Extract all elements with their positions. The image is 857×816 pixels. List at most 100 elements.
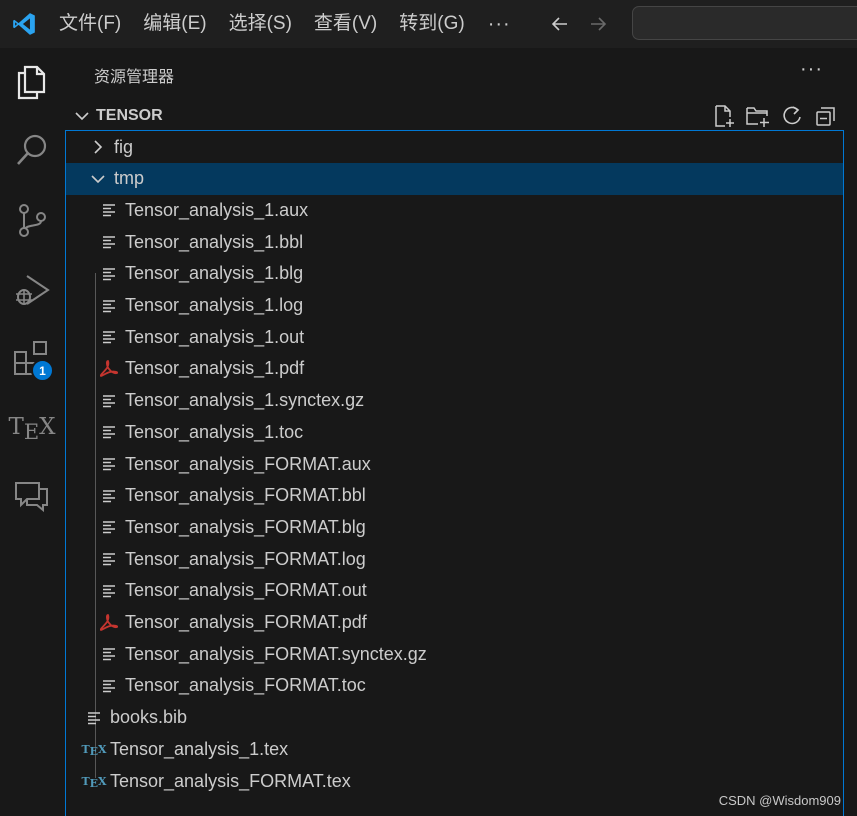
tree-item-label: Tensor_analysis_1.bbl xyxy=(125,231,304,252)
forward-arrow-icon[interactable] xyxy=(579,0,617,48)
search-icon xyxy=(17,134,47,165)
tree-item-label: Tensor_analysis_FORMAT.tex xyxy=(110,770,351,791)
text-file-icon xyxy=(99,575,119,607)
tree-folder-fig[interactable]: fig xyxy=(66,131,843,163)
text-file-icon xyxy=(99,226,119,258)
tree-item-label: Tensor_analysis_1.synctex.gz xyxy=(125,390,365,411)
tree-item-label: Tensor_analysis_FORMAT.pdf xyxy=(125,612,367,632)
tree-file-row[interactable]: Tensor_analysis_FORMAT.toc xyxy=(66,670,843,702)
text-file-icon xyxy=(84,702,104,734)
tree-file-row[interactable]: books.bib xyxy=(66,702,843,734)
tree-file-row[interactable]: Tensor_analysis_FORMAT.synctex.gz xyxy=(66,638,843,670)
text-file-icon xyxy=(99,480,119,512)
menu-more-button[interactable]: ··· xyxy=(476,13,523,36)
title-bar: 文件(F) 编辑(E) 选择(S) 查看(V) 转到(G) ··· xyxy=(0,0,857,48)
text-file-icon xyxy=(99,448,119,480)
refresh-icon[interactable] xyxy=(779,103,805,129)
search-activity-button[interactable] xyxy=(0,118,64,182)
tree-file-row[interactable]: Tensor_analysis_1.toc xyxy=(66,416,843,448)
run-debug-icon xyxy=(16,275,50,305)
tree-file-row[interactable]: Tensor_analysis_FORMAT.blg xyxy=(66,511,843,543)
workspace-title: TENSOR xyxy=(96,107,163,124)
tree-file-row[interactable]: Tensor_analysis_1.pdf xyxy=(66,353,843,385)
pdf-file-icon xyxy=(99,353,119,385)
chat-icon xyxy=(15,482,48,513)
text-file-icon xyxy=(99,638,119,670)
run-debug-activity-button[interactable] xyxy=(0,258,64,322)
tree-file-row[interactable]: Tensor_analysis_FORMAT.bbl xyxy=(66,480,843,512)
activity-bar: 1 TEX xyxy=(0,48,64,816)
tree-file-row[interactable]: Tensor_analysis_1.blg xyxy=(66,258,843,290)
tree-file-row[interactable]: Tensor_analysis_1.synctex.gz xyxy=(66,385,843,417)
tree-file-row[interactable]: Tensor_analysis_FORMAT.aux xyxy=(66,448,843,480)
file-tree: fig tmp Tensor_analysis_1.aux Tensor_analys… xyxy=(65,130,844,816)
tree-file-row[interactable]: Tensor_analysis_FORMAT.log xyxy=(66,543,843,575)
tree-item-label: Tensor_analysis_1.blg xyxy=(125,263,304,284)
vscode-logo-icon xyxy=(0,0,48,48)
tree-item-label: Tensor_analysis_FORMAT.synctex.gz xyxy=(125,643,427,664)
tree-item-label: Tensor_analysis_FORMAT.toc xyxy=(125,675,366,696)
chat-activity-button[interactable] xyxy=(0,464,64,528)
collapse-all-icon[interactable] xyxy=(813,103,839,129)
tree-file-row[interactable]: Tensor_analysis_1.log xyxy=(66,290,843,322)
section-actions xyxy=(711,102,839,130)
source-control-activity-button[interactable] xyxy=(0,188,64,252)
menu-item-4[interactable]: 转到(G) xyxy=(388,0,475,48)
text-file-icon xyxy=(99,194,119,226)
tree-folder-tmp[interactable]: tmp xyxy=(66,162,843,195)
text-file-icon xyxy=(99,416,119,448)
back-arrow-icon[interactable] xyxy=(541,0,579,48)
tree-item-label: Tensor_analysis_1.out xyxy=(125,326,305,347)
tree-file-row[interactable]: Tensor_analysis_FORMAT.out xyxy=(66,575,843,607)
command-center-search[interactable] xyxy=(632,6,857,40)
menu-item-1[interactable]: 编辑(E) xyxy=(132,0,217,48)
chevron-right-icon xyxy=(88,131,108,163)
chevron-down-icon xyxy=(88,163,108,195)
tree-item-label: books.bib xyxy=(110,707,188,728)
extensions-badge: 1 xyxy=(31,359,54,382)
text-file-icon xyxy=(99,290,119,322)
explorer-sidebar: 资源管理器 ··· TENSOR fig tmp Tensor_analysis… xyxy=(64,48,857,816)
explorer-title: 资源管理器 xyxy=(94,69,175,86)
tree-item-label: Tensor_analysis_1.tex xyxy=(110,738,289,759)
text-file-icon xyxy=(99,258,119,290)
tree-item-label: Tensor_analysis_1.log xyxy=(125,295,304,315)
tree-item-label: tmp xyxy=(114,168,145,189)
menu-item-3[interactable]: 查看(V) xyxy=(303,0,388,48)
tree-item-label: Tensor_analysis_FORMAT.bbl xyxy=(125,485,366,506)
chevron-down-icon xyxy=(68,102,96,130)
source-control-icon xyxy=(19,204,46,237)
tree-item-label: Tensor_analysis_1.pdf xyxy=(125,358,305,379)
menu-item-0[interactable]: 文件(F) xyxy=(48,0,132,48)
tex-activity-button[interactable]: TEX xyxy=(0,395,64,459)
tree-item-label: fig xyxy=(114,136,134,157)
tex-file-icon: TEX xyxy=(81,774,107,790)
text-file-icon xyxy=(99,543,119,575)
tree-item-label: Tensor_analysis_FORMAT.log xyxy=(125,548,366,569)
text-file-icon xyxy=(99,321,119,353)
explorer-activity-button[interactable] xyxy=(0,50,64,114)
files-icon xyxy=(17,65,46,100)
menu-item-2[interactable]: 选择(S) xyxy=(218,0,303,48)
workspace-section-header[interactable]: TENSOR xyxy=(64,102,857,130)
tree-item-label: Tensor_analysis_1.toc xyxy=(125,421,304,442)
tree-file-row[interactable]: Tensor_analysis_1.out xyxy=(66,321,843,353)
extensions-activity-button[interactable] xyxy=(0,326,64,390)
explorer-more-button[interactable]: ··· xyxy=(800,58,823,81)
text-file-icon xyxy=(99,385,119,417)
new-folder-icon[interactable] xyxy=(745,103,771,129)
tree-item-label: Tensor_analysis_FORMAT.out xyxy=(125,580,367,601)
watermark: CSDN @Wisdom909 xyxy=(718,793,841,808)
tree-file-row[interactable]: TEX Tensor_analysis_1.tex xyxy=(66,733,843,765)
tree-file-row[interactable]: Tensor_analysis_1.bbl xyxy=(66,226,843,258)
tex-icon: TEX xyxy=(8,414,56,444)
tree-item-label: Tensor_analysis_FORMAT.aux xyxy=(125,453,371,474)
text-file-icon xyxy=(99,511,119,543)
tex-file-icon: TEX xyxy=(81,742,107,758)
tree-file-row[interactable]: Tensor_analysis_1.aux xyxy=(66,194,843,226)
pdf-file-icon xyxy=(99,607,119,639)
tree-file-row[interactable]: Tensor_analysis_FORMAT.pdf xyxy=(66,607,843,639)
tree-item-label: Tensor_analysis_FORMAT.blg xyxy=(125,516,366,537)
new-file-icon[interactable] xyxy=(711,103,737,129)
menu-bar: 文件(F) 编辑(E) 选择(S) 查看(V) 转到(G) xyxy=(48,0,476,48)
